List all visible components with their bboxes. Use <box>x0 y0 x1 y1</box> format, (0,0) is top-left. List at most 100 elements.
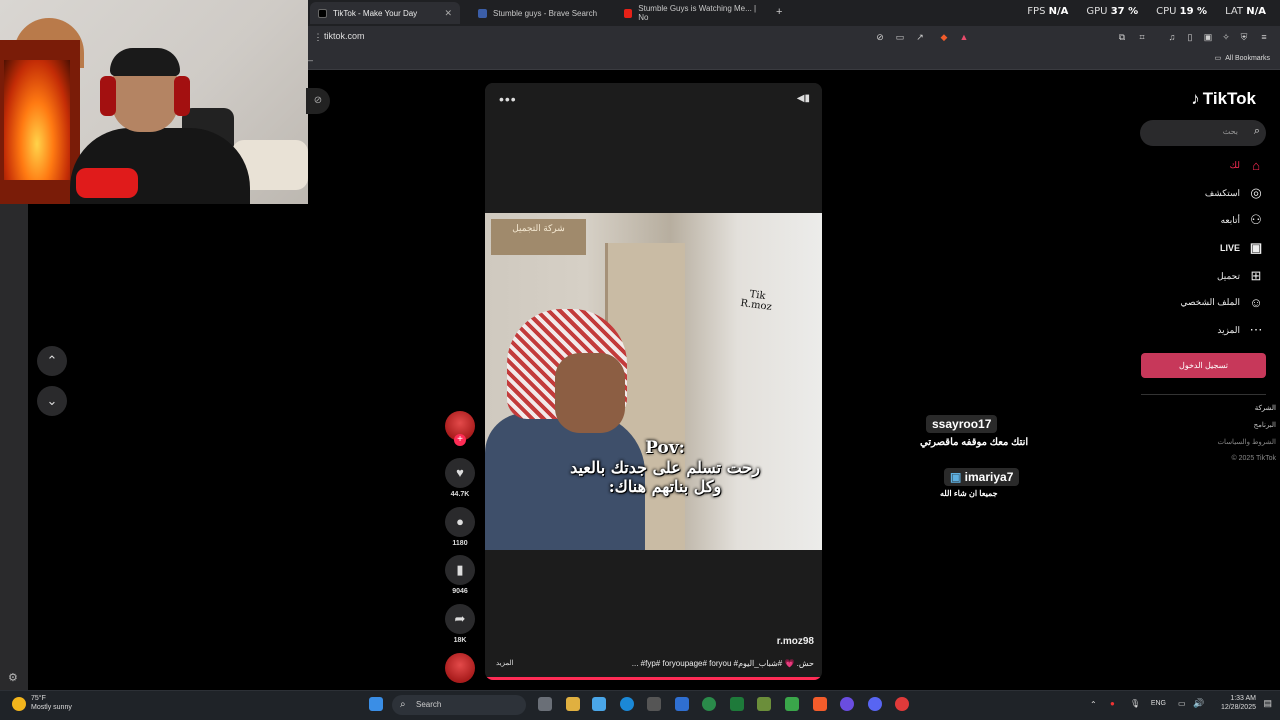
brave-rewards-icon[interactable]: ▲ <box>958 31 970 43</box>
nav-label: LIVE <box>1219 243 1240 253</box>
taskbar-search[interactable]: Search <box>392 695 526 715</box>
left-gutter <box>0 204 28 690</box>
reader-off-icon[interactable]: ⊘ <box>874 31 886 43</box>
video-text-overlay: Pov: رحت تسلم على جدتك بالعيد وكل بناتهم… <box>545 438 785 496</box>
windows-start-icon[interactable] <box>369 697 383 711</box>
weather-widget[interactable]: 75°F Mostly sunny <box>31 694 72 712</box>
save-button[interactable]: ▮ 9046 <box>445 555 475 595</box>
edge-icon[interactable] <box>620 697 634 711</box>
close-icon[interactable]: ✕ <box>444 8 452 19</box>
file-explorer-icon[interactable] <box>566 697 580 711</box>
nav-live[interactable]: LIVE ▣ <box>1220 240 1264 256</box>
comment-button[interactable]: ● 1180 <box>445 507 475 547</box>
share-icon[interactable]: ↗ <box>914 31 926 43</box>
nav-following[interactable]: أتابعه ⚇ <box>1221 212 1264 228</box>
brave-shields-icon[interactable]: ◆ <box>938 31 950 43</box>
tab-brave-search[interactable]: Stumble guys - Brave Search <box>470 2 620 24</box>
task-view-icon[interactable] <box>538 697 552 711</box>
language-indicator[interactable]: ENG <box>1151 700 1166 707</box>
footer-program-link[interactable]: البرنامج <box>1254 421 1276 429</box>
like-button[interactable]: ♥ 44.7K <box>445 458 475 498</box>
volume-icon[interactable]: 🔊 <box>1193 698 1204 709</box>
site-info-icon[interactable]: ⋮ <box>312 31 324 43</box>
lat-stat: LAT N/A <box>1225 6 1266 17</box>
watermark-line-2: R.moz <box>739 297 773 314</box>
video-letterbox-top <box>485 83 822 213</box>
vpn-icon[interactable]: ⛨ <box>1238 31 1250 43</box>
tiktok-favicon-icon <box>318 8 327 18</box>
cast-icon[interactable]: ▭ <box>894 31 906 43</box>
fps-stat: FPS N/A <box>1027 6 1069 17</box>
previous-video-button[interactable]: ⌃ <box>37 346 67 376</box>
nav-profile[interactable]: الملف الشخصي ☺ <box>1180 295 1264 310</box>
nav-explore[interactable]: استكشف ◎ <box>1205 185 1264 201</box>
follow-plus-icon[interactable]: + <box>454 434 466 446</box>
new-tab-button[interactable]: + <box>776 6 782 18</box>
tray-app-icon[interactable]: ● <box>1110 699 1115 708</box>
progress-fill <box>485 677 822 680</box>
video-frame: شركة التجميل Tik R.moz Pov: رحت تسلم على… <box>485 213 822 550</box>
all-bookmarks-button[interactable]: ▭ All Bookmarks <box>1214 54 1270 63</box>
profile-icon: ☺ <box>1249 295 1263 310</box>
network-icon[interactable]: ▭ <box>1178 699 1186 708</box>
folder-icon: ▭ <box>1214 55 1222 62</box>
leo-ai-icon[interactable]: ✧ <box>1220 31 1232 43</box>
nav-label: لك <box>1229 160 1240 170</box>
play-icon[interactable] <box>785 697 799 711</box>
extensions-icon[interactable]: ⧉ <box>1116 31 1128 43</box>
clock-time: 1:33 AM <box>1230 695 1256 702</box>
brave-icon[interactable] <box>813 697 827 711</box>
music-disc-avatar[interactable] <box>445 653 475 683</box>
live-icon: ▣ <box>1249 240 1263 255</box>
gear-icon[interactable]: ⚙ <box>8 671 18 684</box>
chat-message: انتك معك موقفه ماقصرتي <box>920 437 1029 448</box>
nav-upload[interactable]: تحميل ⊞ <box>1217 268 1264 284</box>
volume-icon[interactable]: ◀▮ <box>797 93 810 104</box>
music-icon[interactable]: ♫ <box>1166 31 1178 43</box>
search-input[interactable] <box>1140 120 1266 146</box>
clock-date: 12/28/2025 <box>1220 704 1256 711</box>
next-video-button[interactable]: ⌄ <box>37 386 67 416</box>
tray-chevron-icon[interactable]: ⌃ <box>1090 700 1097 709</box>
tiktok-logo[interactable]: ♪ TikTok <box>1191 89 1256 109</box>
overlay-line-2: رحت تسلم على جدتك بالعيد <box>570 458 760 477</box>
bookmark-dash-icon: – <box>308 55 314 65</box>
xbox-icon[interactable] <box>730 697 744 711</box>
clock[interactable]: 1:33 AM 12/28/2025 <box>1221 694 1256 712</box>
app-icon[interactable] <box>702 697 716 711</box>
mail-icon[interactable] <box>675 697 689 711</box>
chat-username: ssayroo17 <box>926 415 998 433</box>
caption-more-link[interactable]: المزيد <box>496 659 514 667</box>
wallet-icon[interactable]: ▣ <box>1202 31 1214 43</box>
footer-company-link[interactable]: الشركة <box>1255 404 1276 412</box>
screenshot-icon[interactable]: ⌗ <box>1136 31 1148 43</box>
nav-more[interactable]: المزيد ⋯ <box>1217 322 1264 338</box>
obs-icon[interactable] <box>840 697 854 711</box>
menu-icon[interactable]: ≡ <box>1258 31 1270 43</box>
notification-icon[interactable]: ▤ <box>1263 698 1272 709</box>
footer-terms-link[interactable]: الشروط والسياسات <box>1217 438 1276 446</box>
share-button[interactable]: ➦ 18K <box>445 604 475 644</box>
discord-icon[interactable] <box>868 697 882 711</box>
app-notification-icon[interactable] <box>895 697 909 711</box>
brave-search-favicon-icon <box>478 8 487 18</box>
upload-icon: ⊞ <box>1250 268 1262 283</box>
copilot-icon[interactable] <box>592 697 606 711</box>
floating-side-button[interactable]: ⊘ <box>306 88 330 114</box>
save-count: 9046 <box>452 588 468 595</box>
login-button[interactable]: تسجيل الدخول <box>1141 353 1266 378</box>
video-progress-bar[interactable] <box>485 677 822 680</box>
overlay-line-3: وكل بناتهم هناك: <box>608 477 722 496</box>
video-player[interactable]: ••• ◀▮ شركة التجميل Tik R.moz Pov: رحت ت… <box>485 83 822 680</box>
microphone-icon[interactable]: 🎙 <box>1130 699 1140 708</box>
nav-for-you[interactable]: لك ⌂ <box>1230 158 1264 173</box>
search-icon[interactable]: ⌕ <box>1254 125 1260 138</box>
minecraft-icon[interactable] <box>757 697 771 711</box>
video-author[interactable]: r.moz98 <box>777 636 814 647</box>
tab-youtube[interactable]: Stumble Guys is Watching Me... | No <box>616 2 766 24</box>
url-field[interactable]: tiktok.com <box>324 31 365 41</box>
more-options-icon[interactable]: ••• <box>499 91 517 107</box>
sidebar-icon[interactable]: ▯ <box>1184 31 1196 43</box>
tab-tiktok[interactable]: TikTok - Make Your Day ✕ <box>310 2 460 24</box>
store-icon[interactable] <box>647 697 661 711</box>
